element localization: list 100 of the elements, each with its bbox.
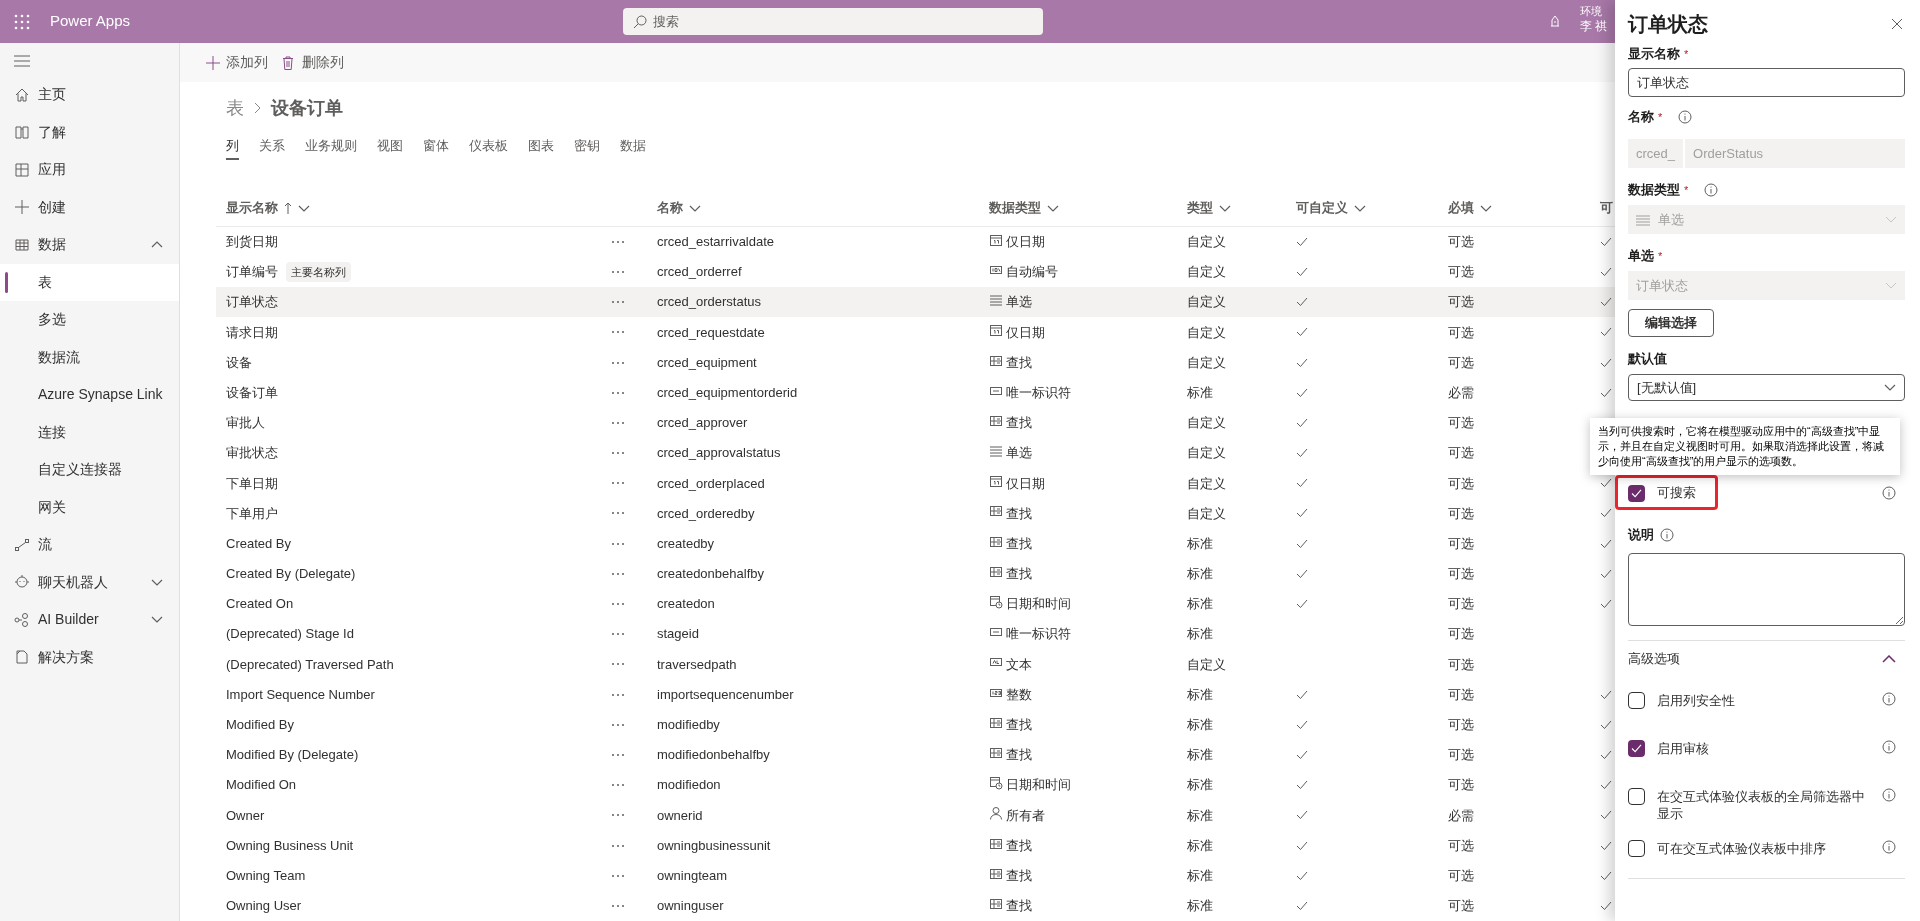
tag: 主要名称列	[286, 261, 351, 283]
table-cell-text: 查找	[1006, 353, 1032, 372]
table-cell-text: owningbusinessunit	[657, 836, 771, 855]
table-cell-text: 单选	[1006, 293, 1032, 312]
table-cell-text: createdon	[657, 595, 715, 614]
table-cell-text: 自定义	[1187, 233, 1226, 252]
panel-title: 订单状态	[1628, 12, 1708, 37]
name-prefix: crced_	[1628, 139, 1684, 168]
table-cell-text: 查找	[1006, 897, 1032, 916]
table-cell-text: stageid	[657, 625, 699, 644]
table-cell-text: 可选	[1448, 474, 1474, 493]
table-cell-text: 标准	[1187, 625, 1213, 644]
table-cell-text: 日期和时间	[1006, 595, 1071, 614]
table-cell-text: 可选	[1448, 323, 1474, 342]
table-cell-text: 到货日期	[226, 233, 278, 252]
table-cell-text: 查找	[1006, 565, 1032, 584]
page-title: 设备订单	[271, 96, 343, 120]
table-cell-text: crced_estarrivaldate	[657, 233, 775, 252]
table-cell-text: crced_approver	[657, 414, 748, 433]
table-cell-text: 标准	[1187, 595, 1213, 614]
table-cell-text: 订单状态	[226, 293, 278, 312]
checkbox-label: 启用列安全性	[1657, 692, 1736, 709]
table-cell-text: 标准	[1187, 897, 1213, 916]
table-cell-text: Created By	[226, 534, 292, 553]
table-cell-text: 文本	[1006, 655, 1032, 674]
table-cell-text: 审批人	[226, 414, 265, 433]
table-cell-text: 单选	[1006, 444, 1032, 463]
table-cell-text: owningteam	[657, 866, 728, 885]
field-label: 显示名称	[1628, 45, 1680, 64]
table-cell-text: 标准	[1187, 534, 1213, 553]
table-cell-text: owninguser	[657, 897, 724, 916]
required-mark: *	[1684, 46, 1689, 62]
table-cell-text: 唯一标识符	[1006, 625, 1071, 644]
table-cell-text: 标准	[1187, 806, 1213, 825]
field-label: 默认值	[1628, 350, 1667, 369]
checkbox-label: 可在交互式体验仪表板中排序	[1657, 840, 1827, 857]
table-cell-text: 整数	[1006, 685, 1032, 704]
table-cell-text: 可选	[1448, 504, 1474, 523]
table-cell-text: Created By (Delegate)	[226, 565, 356, 584]
table-cell-text: 审批状态	[226, 444, 278, 463]
table-cell-text: 自定义	[1187, 353, 1226, 372]
table-cell-text: 查找	[1006, 866, 1032, 885]
table-cell-text: 可选	[1448, 746, 1474, 765]
table-cell-text: importsequencenumber	[657, 685, 794, 704]
table-cell-text: 自定义	[1187, 444, 1226, 463]
table-cell-text: 下单用户	[226, 504, 278, 523]
table-cell-text: 仅日期	[1006, 474, 1045, 493]
table-cell-text: Created On	[226, 595, 294, 614]
table-cell-text: 自动编号	[1006, 263, 1058, 282]
table-cell-text: 日期和时间	[1006, 776, 1071, 795]
table-cell-text: 设备	[226, 353, 252, 372]
table-cell-text: 查找	[1006, 836, 1032, 855]
table-cell-text: 标准	[1187, 866, 1213, 885]
checkbox-label: 启用审核	[1657, 740, 1710, 757]
table-cell-text: 标准	[1187, 776, 1213, 795]
table-cell-text: 标准	[1187, 716, 1213, 735]
checkbox-label: 可搜索	[1657, 484, 1697, 503]
table-cell-text: 必需	[1448, 383, 1474, 402]
table-cell-text: 订单编号	[226, 263, 278, 282]
tooltip: 当列可供搜索时，它将在模型驱动应用中的“高级查找”中显示，并且在自定义视图时可用。如果取消选择此设置，将减少向使用“高级查找”的用户显示的选项数。	[1590, 418, 1900, 475]
user-name: 李 祺	[1580, 19, 1608, 33]
table-cell-text: 仅日期	[1006, 233, 1045, 252]
table-cell-text: (Deprecated) Stage Id	[226, 625, 354, 644]
table-cell-text: crced_equipmentorderid	[657, 383, 798, 402]
table-cell-text: Owner	[226, 806, 265, 825]
table-cell-text: 可选	[1448, 836, 1474, 855]
table-cell-text: 标准	[1187, 383, 1213, 402]
table-cell-text: 可选	[1448, 233, 1474, 252]
table-cell-text: 自定义	[1187, 655, 1226, 674]
field-label: 单选	[1628, 247, 1654, 266]
table-cell-text: 自定义	[1187, 293, 1226, 312]
table-cell-text: Owning Business Unit	[226, 836, 354, 855]
field-label: 数据类型	[1628, 181, 1680, 200]
table-cell-text: 查找	[1006, 414, 1032, 433]
table-cell-text: 可选	[1448, 293, 1474, 312]
table-cell-text: 标准	[1187, 836, 1213, 855]
table-cell-text: modifiedonbehalfby	[657, 746, 770, 765]
environment-label: 环境	[1580, 4, 1602, 18]
field-label: 说明	[1628, 526, 1654, 545]
table-cell-text: 可选	[1448, 534, 1474, 553]
table-cell-text: traversedpath	[657, 655, 737, 674]
table-cell-text: 查找	[1006, 534, 1032, 553]
table-cell-text: 下单日期	[226, 474, 278, 493]
table-cell-text: (Deprecated) Traversed Path	[226, 655, 394, 674]
table-cell-text: 唯一标识符	[1006, 383, 1071, 402]
table-cell-text: createdonbehalfby	[657, 565, 764, 584]
table-cell-text: 可选	[1448, 776, 1474, 795]
table-cell-text: 设备订单	[226, 383, 278, 402]
table-cell-text: 可选	[1448, 655, 1474, 674]
table-cell-text: 可选	[1448, 565, 1474, 584]
table-cell-text: 可选	[1448, 716, 1474, 735]
table-cell-text: Modified By	[226, 716, 294, 735]
table-cell-text: 可选	[1448, 595, 1474, 614]
table-cell-text: 可选	[1448, 625, 1474, 644]
required-mark: *	[1684, 182, 1689, 198]
table-cell-text: createdby	[657, 534, 715, 553]
table-cell-text: crced_orderplaced	[657, 474, 765, 493]
table-cell-text: Modified On	[226, 776, 297, 795]
table-cell-text: 可选	[1448, 897, 1474, 916]
table-cell-text: ownerid	[657, 806, 703, 825]
